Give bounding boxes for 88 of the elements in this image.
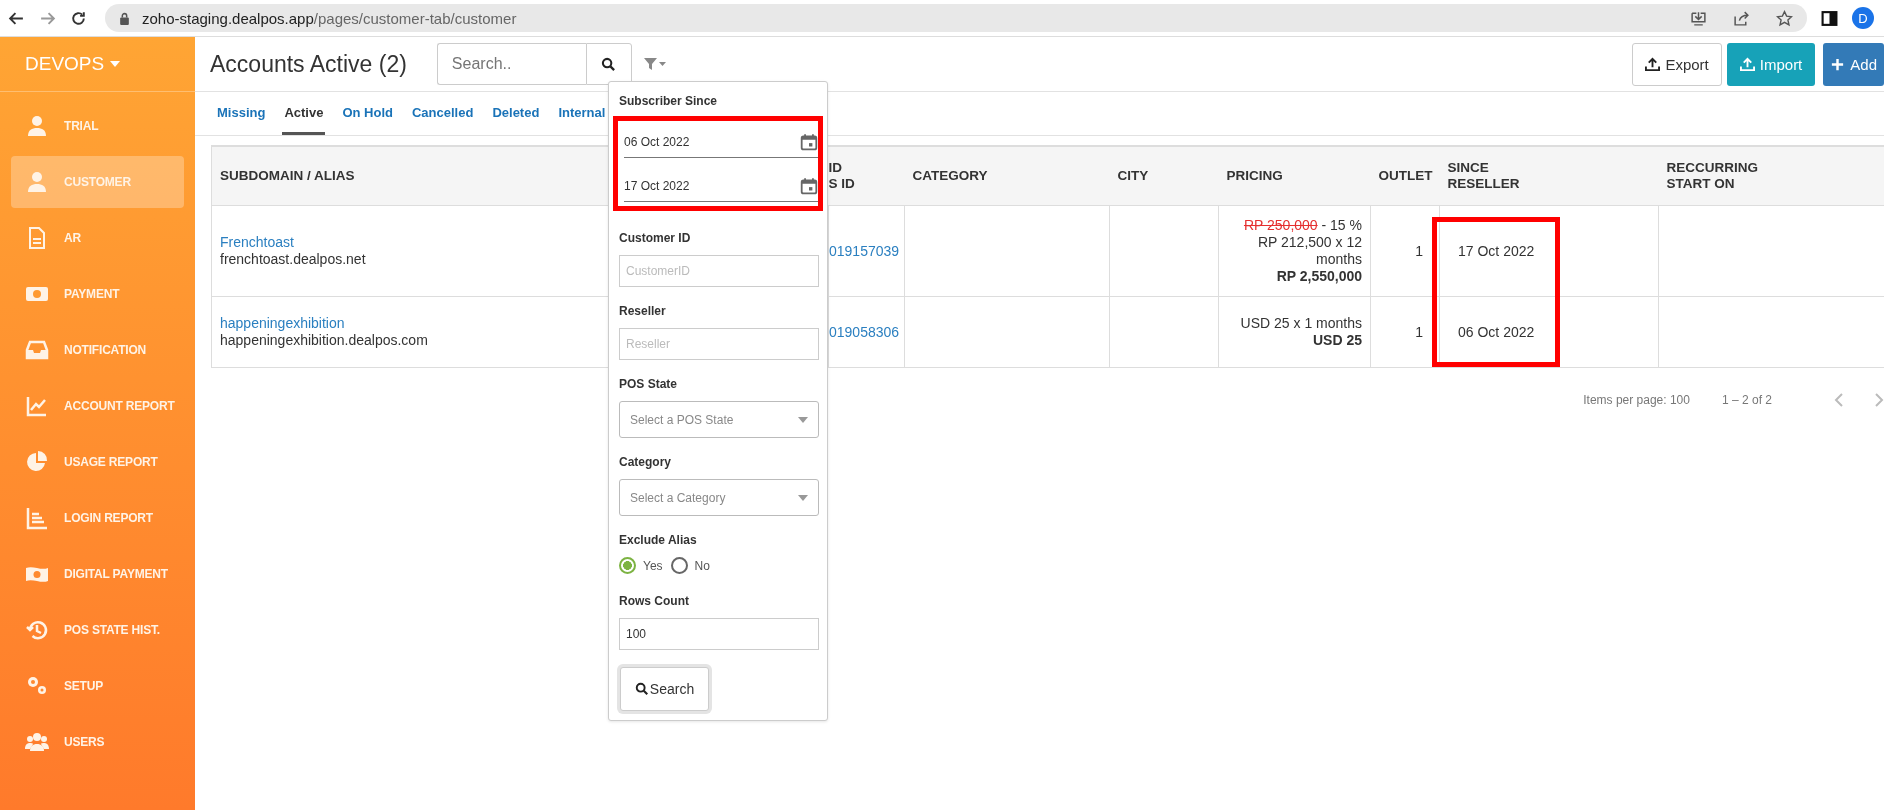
field-label: Category (619, 455, 672, 469)
person-icon (25, 114, 49, 138)
pie-icon (25, 450, 49, 474)
person-icon (25, 170, 49, 194)
search-icon (634, 682, 649, 696)
column-header: OUTLET (1378, 168, 1433, 183)
items-per-page: Items per page: 100 (1583, 393, 1690, 407)
customer-id-field[interactable]: CustomerID (619, 255, 819, 287)
tab[interactable]: Deleted (490, 92, 542, 135)
inbox-icon (25, 338, 49, 362)
plus-icon (1830, 56, 1846, 72)
share-icon[interactable] (1733, 9, 1750, 27)
table-cell: 1 (1415, 323, 1423, 340)
side-panel-icon[interactable] (1821, 9, 1838, 27)
column-header: CATEGORY (912, 168, 988, 183)
field-label: Exclude Alias (619, 533, 698, 547)
tab[interactable]: Cancelled (410, 92, 476, 135)
search-button[interactable] (585, 43, 632, 85)
tab[interactable]: Internal (556, 92, 608, 135)
field-label: POS State (619, 377, 679, 391)
date-field[interactable]: 17 Oct 2022 (624, 171, 818, 202)
alias-link[interactable]: Frenchtoast (220, 234, 294, 250)
column-header: RECCURRING START ON (1666, 160, 1758, 191)
page-title: Accounts Active (2) (210, 50, 407, 78)
field-label: Subscriber Since (619, 94, 719, 108)
header-button[interactable]: Import (1726, 42, 1816, 86)
search-button[interactable]: Search (620, 667, 709, 711)
caret-icon (798, 494, 808, 501)
caret-icon (110, 61, 121, 67)
tab[interactable]: Active (282, 92, 326, 135)
filter-icon[interactable] (643, 57, 666, 71)
list-icon (25, 506, 49, 530)
subdomain-text: frenchtoast.dealpos.net (220, 251, 366, 267)
profile-avatar[interactable]: D (1852, 7, 1874, 29)
column-header: SUBDOMAIN / ALIAS (220, 168, 355, 183)
radio-label: Yes (643, 558, 663, 573)
users-icon (25, 730, 49, 754)
column-header: ID S ID (828, 160, 855, 191)
upload-icon (1739, 56, 1755, 72)
url-host: zoho-staging.dealpos.app (142, 9, 314, 27)
pos-state-dropdown[interactable]: Select a POS State (619, 401, 819, 438)
upload-icon (1645, 56, 1661, 72)
history-icon (25, 618, 49, 642)
original-price: RP 250,000 (1243, 217, 1318, 233)
chart-icon (25, 394, 49, 418)
search-field[interactable]: Search.. (436, 43, 586, 85)
sidebar-item[interactable]: USERS (11, 716, 184, 768)
table-cell: 1 (1415, 242, 1423, 259)
search-icon (601, 56, 617, 72)
tab[interactable]: On Hold (340, 92, 395, 135)
page-range: 1 – 2 of 2 (1721, 393, 1772, 407)
radio-button[interactable] (670, 557, 688, 574)
date-field[interactable]: 06 Oct 2022 (624, 127, 818, 158)
field-label: Reseller (619, 304, 667, 318)
subdomain-text: happeningexhibition.dealpos.com (220, 332, 428, 348)
column-header: SINCE RESELLER (1447, 160, 1520, 191)
price-total: RP 2,550,000 (1275, 268, 1362, 285)
price-rate: RP 212,500 x 12 months (1256, 234, 1362, 268)
field-label: Customer ID (619, 231, 692, 245)
reload-icon[interactable] (70, 9, 87, 27)
star-icon[interactable] (1776, 9, 1793, 27)
radio-button[interactable] (619, 557, 636, 574)
category-dropdown[interactable]: Select a Category (619, 479, 819, 516)
column-header: PRICING (1226, 168, 1283, 183)
url-path: /pages/customer-tab/customer (313, 9, 517, 27)
radio-label: No (694, 558, 710, 573)
lock-icon (119, 11, 130, 25)
rows-count-field[interactable]: 100 (619, 618, 819, 650)
table-cell: 17 Oct 2022 (1458, 242, 1535, 259)
download-icon[interactable] (1690, 9, 1707, 27)
tab[interactable]: Missing (215, 92, 268, 135)
reseller-field[interactable]: Reseller (619, 328, 819, 360)
header-button[interactable]: Add (1823, 42, 1884, 86)
discount-text: - 15 % (1321, 217, 1362, 233)
column-header: CITY (1117, 168, 1149, 183)
caret-icon (798, 416, 808, 423)
price-total: USD 25 (1311, 332, 1362, 349)
header-button[interactable]: Export (1632, 42, 1722, 86)
alias-link[interactable]: happeningexhibition (220, 315, 345, 331)
calendar-icon[interactable] (800, 133, 818, 151)
address-bar[interactable]: zoho-staging.dealpos.app/pages/customer-tab/customer (105, 4, 1807, 32)
price-rate: USD 25 x 1 months (1239, 315, 1362, 332)
id-link[interactable]: 019157039 (829, 242, 900, 259)
sidebar-item[interactable]: SETUP (11, 660, 184, 712)
field-label: Rows Count (619, 594, 690, 608)
sidebar-item[interactable]: POS STATE HIST. (11, 604, 184, 656)
table-cell: 06 Oct 2022 (1458, 323, 1535, 340)
calendar-icon[interactable] (800, 177, 818, 195)
